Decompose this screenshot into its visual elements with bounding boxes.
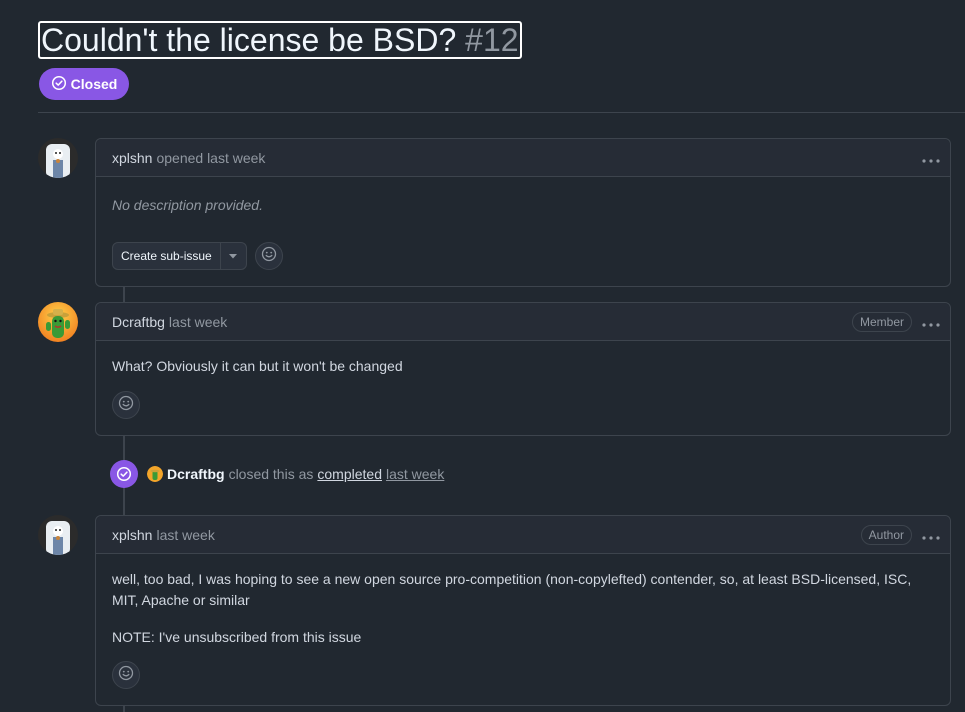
avatar-xplshn[interactable] (38, 138, 78, 178)
header-divider (38, 112, 965, 113)
event-reason-link[interactable]: completed (317, 466, 382, 482)
comment-meta[interactable]: opened last week (156, 150, 265, 166)
comment-header: xplshn last week Author (96, 516, 950, 554)
comment-header: xplshn opened last week (96, 139, 950, 177)
state-label: Closed (70, 76, 118, 92)
member-badge: Member (851, 311, 912, 332)
issue-title-text: Couldn't the license be BSD? (41, 22, 457, 58)
comment-opening: xplshn opened last week No description p… (95, 138, 951, 287)
event-actor[interactable]: Dcraftbg (167, 466, 225, 482)
create-sub-issue-button[interactable]: Create sub-issue (112, 242, 247, 270)
issue-title[interactable]: Couldn't the license be BSD? #12 (38, 21, 522, 59)
event-avatar[interactable] (147, 466, 163, 482)
comment-author[interactable]: xplshn (112, 150, 152, 166)
add-reaction-button[interactable] (254, 242, 283, 270)
kebab-icon[interactable] (920, 316, 942, 327)
timeline-line (123, 705, 125, 712)
smiley-icon (261, 246, 277, 267)
add-reaction-button[interactable] (112, 391, 140, 419)
state-badge: Closed (39, 68, 129, 100)
comment-text: What? Obviously it can but it won't be c… (112, 358, 403, 374)
comment-header: Dcraftbg last week Member (96, 303, 950, 341)
smiley-icon (118, 665, 134, 686)
kebab-icon[interactable] (920, 152, 942, 163)
smiley-icon (118, 395, 134, 416)
comment-text: well, too bad, I was hoping to see a new… (112, 571, 912, 608)
circle-check-icon (51, 75, 67, 94)
comment-author[interactable]: Dcraftbg (112, 314, 165, 330)
event-text: closed this as (228, 466, 314, 482)
circle-check-icon (110, 460, 138, 488)
avatar-dcraftbg[interactable] (38, 302, 78, 342)
add-reaction-button[interactable] (112, 661, 140, 689)
comment-author[interactable]: xplshn (112, 527, 152, 543)
avatar-xplshn[interactable] (38, 515, 78, 555)
create-sub-issue-label: Create sub-issue (121, 249, 212, 263)
comment-author-reply: xplshn last week Author well, too bad, I… (95, 515, 951, 706)
comment-text: No description provided. (112, 197, 263, 213)
closed-event: Dcraftbg closed this as completed last w… (110, 460, 448, 488)
comment-text: NOTE: I've unsubscribed from this issue (112, 629, 362, 645)
comment-meta[interactable]: last week (156, 527, 214, 543)
comment-meta[interactable]: last week (169, 314, 227, 330)
author-badge: Author (860, 524, 912, 545)
event-time-link[interactable]: last week (386, 466, 444, 482)
issue-number: #12 (465, 22, 519, 58)
triangle-down-icon[interactable] (219, 243, 246, 269)
comment-reply: Dcraftbg last week Member What? Obviousl… (95, 302, 951, 436)
timeline-line (123, 286, 125, 302)
kebab-icon[interactable] (920, 529, 942, 540)
